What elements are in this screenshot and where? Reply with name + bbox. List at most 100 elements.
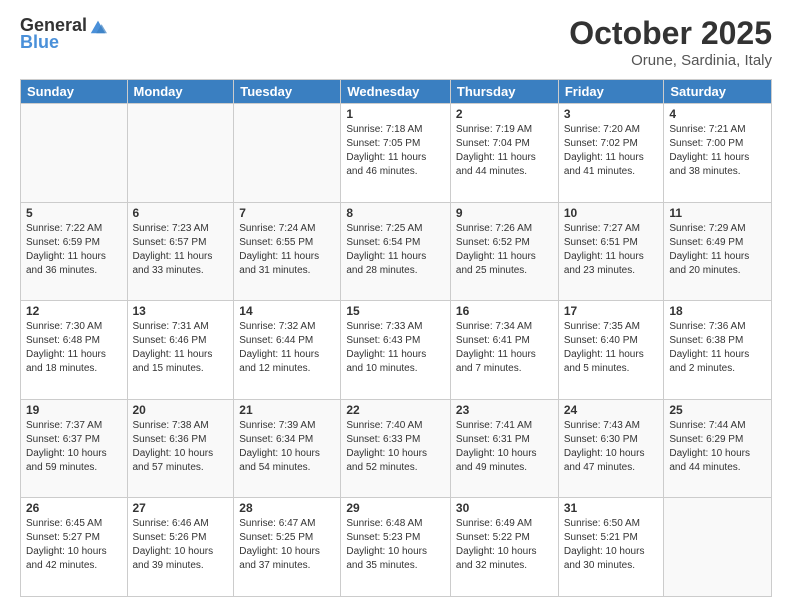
calendar-cell: 1Sunrise: 7:18 AM Sunset: 7:05 PM Daylig… xyxy=(341,104,451,203)
day-info: Sunrise: 7:43 AM Sunset: 6:30 PM Dayligh… xyxy=(564,419,659,475)
calendar-cell: 19 Sunrise: 7:37 AM Sunset: 6:37 PM Dayli… xyxy=(21,399,128,498)
day-number: 15 xyxy=(346,304,445,318)
calendar-cell: 23 Sunrise: 7:41 AM Sunset: 6:31 PM Dayli… xyxy=(450,399,558,498)
day-number: 8 xyxy=(346,206,445,220)
day-info: Sunrise: 7:40 AM Sunset: 6:33 PM Dayligh… xyxy=(346,419,445,475)
day-info: Sunrise: 7:44 AM Sunset: 6:29 PM Dayligh… xyxy=(669,419,766,475)
day-header-monday: Monday xyxy=(127,80,234,104)
day-info: Sunrise: 6:50 AM Sunset: 5:21 PM Dayligh… xyxy=(564,517,659,573)
week-row-4: 19 Sunrise: 7:37 AM Sunset: 6:37 PM Dayli… xyxy=(21,399,772,498)
calendar-cell: 7 Sunrise: 7:24 AM Sunset: 6:55 PM Daylig… xyxy=(234,202,341,301)
calendar-cell: 5 Sunrise: 7:22 AM Sunset: 6:59 PM Daylig… xyxy=(21,202,128,301)
logo-blue-text: Blue xyxy=(20,32,59,53)
calendar-cell: 10 Sunrise: 7:27 AM Sunset: 6:51 PM Dayli… xyxy=(558,202,664,301)
day-info: Sunrise: 6:48 AM Sunset: 5:23 PM Dayligh… xyxy=(346,517,445,573)
calendar-cell: 9 Sunrise: 7:26 AM Sunset: 6:52 PM Daylig… xyxy=(450,202,558,301)
calendar-cell: 2 Sunrise: 7:19 AM Sunset: 7:04 PM Daylig… xyxy=(450,104,558,203)
day-number: 21 xyxy=(239,403,335,417)
day-number: 14 xyxy=(239,304,335,318)
calendar-cell: 3 Sunrise: 7:20 AM Sunset: 7:02 PM Daylig… xyxy=(558,104,664,203)
calendar-cell: 21 Sunrise: 7:39 AM Sunset: 6:34 PM Dayli… xyxy=(234,399,341,498)
week-row-2: 5 Sunrise: 7:22 AM Sunset: 6:59 PM Daylig… xyxy=(21,202,772,301)
day-number: 28 xyxy=(239,501,335,515)
day-number: 22 xyxy=(346,403,445,417)
calendar-cell xyxy=(664,498,772,597)
day-number: 19 xyxy=(26,403,122,417)
day-info: Sunrise: 7:22 AM Sunset: 6:59 PM Dayligh… xyxy=(26,222,122,278)
day-info: Sunrise: 7:37 AM Sunset: 6:37 PM Dayligh… xyxy=(26,419,122,475)
main-title: October 2025 xyxy=(569,15,772,52)
day-info: Sunrise: 7:26 AM Sunset: 6:52 PM Dayligh… xyxy=(456,222,553,278)
day-info: Sunrise: 7:38 AM Sunset: 6:36 PM Dayligh… xyxy=(133,419,229,475)
day-info: Sunrise: 7:24 AM Sunset: 6:55 PM Dayligh… xyxy=(239,222,335,278)
calendar-cell: 17Sunrise: 7:35 AM Sunset: 6:40 PM Dayli… xyxy=(558,301,664,400)
day-number: 29 xyxy=(346,501,445,515)
day-number: 25 xyxy=(669,403,766,417)
day-number: 16 xyxy=(456,304,553,318)
day-header-wednesday: Wednesday xyxy=(341,80,451,104)
day-info: Sunrise: 7:31 AM Sunset: 6:46 PM Dayligh… xyxy=(133,320,229,376)
day-info: Sunrise: 7:36 AM Sunset: 6:38 PM Dayligh… xyxy=(669,320,766,376)
calendar-cell: 22 Sunrise: 7:40 AM Sunset: 6:33 PM Dayli… xyxy=(341,399,451,498)
subtitle: Orune, Sardinia, Italy xyxy=(569,52,772,69)
calendar-cell: 28Sunrise: 6:47 AM Sunset: 5:25 PM Dayli… xyxy=(234,498,341,597)
day-info: Sunrise: 7:18 AM Sunset: 7:05 PM Dayligh… xyxy=(346,123,445,179)
day-number: 27 xyxy=(133,501,229,515)
day-info: Sunrise: 7:25 AM Sunset: 6:54 PM Dayligh… xyxy=(346,222,445,278)
day-info: Sunrise: 7:35 AM Sunset: 6:40 PM Dayligh… xyxy=(564,320,659,376)
day-number: 20 xyxy=(133,403,229,417)
header-row: SundayMondayTuesdayWednesdayThursdayFrid… xyxy=(21,80,772,104)
day-number: 23 xyxy=(456,403,553,417)
day-number: 3 xyxy=(564,107,659,121)
calendar-cell: 26 Sunrise: 6:45 AM Sunset: 5:27 PM Dayli… xyxy=(21,498,128,597)
calendar-cell: 30 Sunrise: 6:49 AM Sunset: 5:22 PM Dayli… xyxy=(450,498,558,597)
day-info: Sunrise: 7:23 AM Sunset: 6:57 PM Dayligh… xyxy=(133,222,229,278)
day-info: Sunrise: 6:46 AM Sunset: 5:26 PM Dayligh… xyxy=(133,517,229,573)
day-info: Sunrise: 7:29 AM Sunset: 6:49 PM Dayligh… xyxy=(669,222,766,278)
day-info: Sunrise: 7:39 AM Sunset: 6:34 PM Dayligh… xyxy=(239,419,335,475)
calendar-cell: 31Sunrise: 6:50 AM Sunset: 5:21 PM Dayli… xyxy=(558,498,664,597)
calendar-cell: 14 Sunrise: 7:32 AM Sunset: 6:44 PM Dayli… xyxy=(234,301,341,400)
day-number: 26 xyxy=(26,501,122,515)
calendar-cell: 15 Sunrise: 7:33 AM Sunset: 6:43 PM Dayli… xyxy=(341,301,451,400)
day-info: Sunrise: 7:30 AM Sunset: 6:48 PM Dayligh… xyxy=(26,320,122,376)
day-info: Sunrise: 6:45 AM Sunset: 5:27 PM Dayligh… xyxy=(26,517,122,573)
day-number: 5 xyxy=(26,206,122,220)
day-info: Sunrise: 7:20 AM Sunset: 7:02 PM Dayligh… xyxy=(564,123,659,179)
day-header-tuesday: Tuesday xyxy=(234,80,341,104)
week-row-5: 26 Sunrise: 6:45 AM Sunset: 5:27 PM Dayli… xyxy=(21,498,772,597)
day-number: 7 xyxy=(239,206,335,220)
day-number: 10 xyxy=(564,206,659,220)
calendar-cell: 25 Sunrise: 7:44 AM Sunset: 6:29 PM Dayli… xyxy=(664,399,772,498)
week-row-1: 1Sunrise: 7:18 AM Sunset: 7:05 PM Daylig… xyxy=(21,104,772,203)
day-number: 6 xyxy=(133,206,229,220)
calendar-cell: 6 Sunrise: 7:23 AM Sunset: 6:57 PM Daylig… xyxy=(127,202,234,301)
day-info: Sunrise: 7:19 AM Sunset: 7:04 PM Dayligh… xyxy=(456,123,553,179)
calendar-table: SundayMondayTuesdayWednesdayThursdayFrid… xyxy=(20,79,772,597)
day-info: Sunrise: 7:34 AM Sunset: 6:41 PM Dayligh… xyxy=(456,320,553,376)
calendar-cell: 16 Sunrise: 7:34 AM Sunset: 6:41 PM Dayli… xyxy=(450,301,558,400)
day-info: Sunrise: 7:32 AM Sunset: 6:44 PM Dayligh… xyxy=(239,320,335,376)
calendar-cell: 11 Sunrise: 7:29 AM Sunset: 6:49 PM Dayli… xyxy=(664,202,772,301)
day-number: 4 xyxy=(669,107,766,121)
calendar-cell xyxy=(127,104,234,203)
calendar-cell xyxy=(234,104,341,203)
day-info: Sunrise: 7:33 AM Sunset: 6:43 PM Dayligh… xyxy=(346,320,445,376)
day-number: 30 xyxy=(456,501,553,515)
logo-icon xyxy=(89,17,107,35)
day-info: Sunrise: 6:49 AM Sunset: 5:22 PM Dayligh… xyxy=(456,517,553,573)
day-info: Sunrise: 7:27 AM Sunset: 6:51 PM Dayligh… xyxy=(564,222,659,278)
day-number: 24 xyxy=(564,403,659,417)
day-info: Sunrise: 7:21 AM Sunset: 7:00 PM Dayligh… xyxy=(669,123,766,179)
day-number: 9 xyxy=(456,206,553,220)
calendar-cell: 24 Sunrise: 7:43 AM Sunset: 6:30 PM Dayli… xyxy=(558,399,664,498)
logo: General Blue xyxy=(20,15,107,53)
day-number: 2 xyxy=(456,107,553,121)
calendar-cell: 12Sunrise: 7:30 AM Sunset: 6:48 PM Dayli… xyxy=(21,301,128,400)
calendar-cell xyxy=(21,104,128,203)
calendar-cell: 13 Sunrise: 7:31 AM Sunset: 6:46 PM Dayli… xyxy=(127,301,234,400)
day-number: 13 xyxy=(133,304,229,318)
calendar-cell: 18Sunrise: 7:36 AM Sunset: 6:38 PM Dayli… xyxy=(664,301,772,400)
day-number: 11 xyxy=(669,206,766,220)
day-info: Sunrise: 7:41 AM Sunset: 6:31 PM Dayligh… xyxy=(456,419,553,475)
